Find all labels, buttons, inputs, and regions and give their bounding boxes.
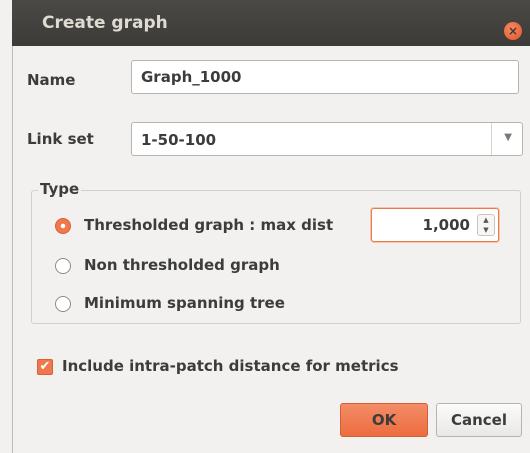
- spin-buttons: ▲ ▼: [477, 214, 495, 236]
- combo-divider: [491, 123, 492, 155]
- type-group-title: Type: [38, 180, 82, 198]
- title-bar: Create graph: [12, 0, 530, 46]
- intra-patch-label: Include intra-patch distance for metrics: [62, 357, 399, 375]
- linkset-selected-value: 1-50-100: [141, 131, 217, 149]
- chevron-down-icon[interactable]: ▼: [504, 132, 512, 143]
- ok-button[interactable]: OK: [340, 403, 428, 437]
- radio-thresholded[interactable]: [55, 218, 71, 234]
- radio-non-thresholded[interactable]: [55, 258, 71, 274]
- dialog-body: Name Graph_1000 Link set 1-50-100 ▼: [12, 46, 530, 453]
- linkset-label: Link set: [27, 130, 94, 148]
- intra-patch-checkbox[interactable]: ✔: [37, 359, 53, 375]
- option-non-thresholded-label: Non thresholded graph: [84, 256, 280, 274]
- max-dist-spinbox[interactable]: 1,000 ▲ ▼: [371, 208, 499, 242]
- max-dist-value: 1,000: [422, 216, 470, 234]
- linkset-combo[interactable]: 1-50-100 ▼: [131, 122, 523, 156]
- cancel-button[interactable]: Cancel: [436, 403, 522, 437]
- window-title: Create graph: [42, 13, 168, 33]
- option-mst-label: Minimum spanning tree: [84, 294, 285, 312]
- close-icon[interactable]: ×: [504, 22, 522, 40]
- name-label: Name: [27, 71, 76, 89]
- name-input[interactable]: Graph_1000: [131, 60, 519, 94]
- option-thresholded-label: Thresholded graph : max dist: [84, 216, 334, 234]
- spin-down-icon[interactable]: ▼: [478, 225, 494, 235]
- radio-mst[interactable]: [55, 296, 71, 312]
- spin-up-icon[interactable]: ▲: [478, 215, 494, 225]
